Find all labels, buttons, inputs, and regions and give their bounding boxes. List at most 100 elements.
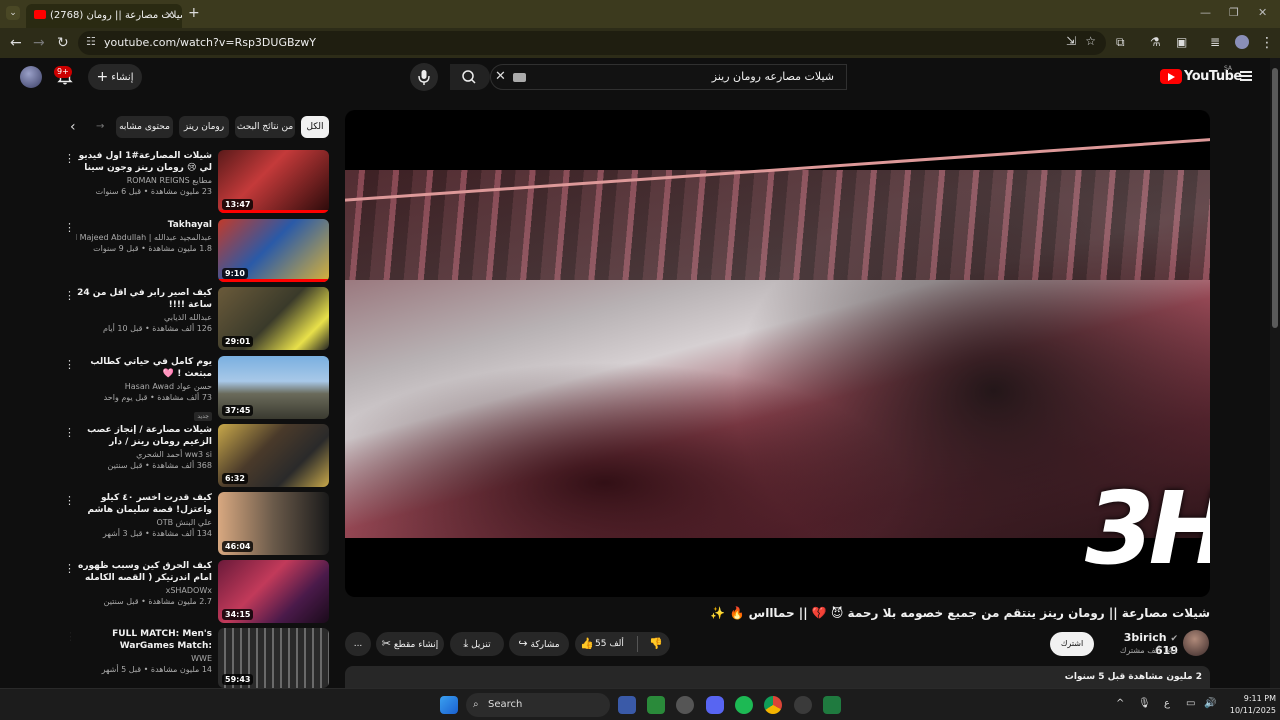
spotify-icon[interactable] [735,696,753,714]
system-clock[interactable]: 9:11 PM 10/11/2025 [1222,693,1276,717]
related-video-8[interactable]: 59:43 ⋮ FULL MATCH: Men's WarGames Match… [70,628,330,688]
video-thumbnail[interactable]: 29:01 [218,287,329,350]
new-tab-button[interactable]: + [188,5,200,21]
video-thumbnail[interactable]: 13:47 [218,150,329,213]
discord-icon[interactable] [706,696,724,714]
subscribe-button[interactable]: اشترك [1050,632,1094,656]
guide-menu-icon[interactable] [1240,71,1252,81]
create-label: إنشاء [111,72,134,83]
logo-text: YouTube [1184,69,1242,84]
volume-icon[interactable]: 🔊 [1204,698,1216,709]
page-scrollbar[interactable] [1270,58,1280,688]
account-avatar[interactable] [20,66,42,88]
related-video-5[interactable]: 6:32 ⋮ شيلات مصارعة / إنجاز عصب الزعيم ر… [64,424,330,490]
video-thumbnail[interactable]: 6:32 [218,424,329,487]
more-options-icon[interactable]: ⋮ [64,562,75,576]
install-app-icon[interactable]: ⇲ [1066,34,1076,48]
browser-menu-icon[interactable]: ⋮ [1260,35,1274,51]
restore-icon[interactable]: ❐ [1229,6,1239,19]
more-options-icon[interactable]: ⋮ [70,630,75,644]
search-button[interactable] [450,64,490,90]
more-actions-button[interactable]: ... [345,632,371,656]
create-button[interactable]: + إنشاء [88,64,142,90]
more-options-icon[interactable]: ⋮ [64,289,75,303]
chevron-left-icon[interactable]: ‹ [70,119,76,135]
clear-search-icon[interactable]: ✕ [495,69,506,84]
share-button[interactable]: ↪ مشاركة [509,632,569,656]
youtube-logo[interactable]: YouTube SA [1160,65,1242,86]
scrollbar-thumb[interactable] [1272,68,1278,328]
tray-chevron-icon[interactable]: ^ [1116,698,1124,709]
browser-tab[interactable]: (2768) شيلات مصارعة || رومان ✕ [26,4,182,28]
start-windows-icon[interactable] [440,696,458,714]
description-box[interactable]: 2 مليون مشاهدة قبل 5 سنوات [345,666,1210,690]
chrome-icon[interactable] [764,696,782,714]
video-thumbnail[interactable]: 34:15 [218,560,329,623]
taskbar-search[interactable]: ⌕ Search [466,693,610,717]
tab-search-icon[interactable]: ⌄ [6,6,20,20]
channel-name: WWE [191,654,212,663]
split-view-icon[interactable]: ▣ [1176,35,1187,49]
related-video-1[interactable]: 13:47 ⋮ شيلات المصارعة#1 اول فيديو لي 😢 … [64,150,330,216]
forward-icon[interactable]: → [33,35,45,51]
plus-icon: + [96,69,109,85]
related-video-2[interactable]: 9:10 ⋮ Takhayal عبدالمجيد عبدالله | Abdu… [64,219,330,285]
more-options-icon[interactable]: ⋮ [64,426,75,440]
chip-roman-reigns[interactable]: رومان رينز [179,116,229,138]
input-language[interactable]: ع [1164,698,1170,709]
search-input[interactable]: ✕ شيلات مصارعه رومان رينز [490,64,847,90]
search-icon [462,70,476,84]
video-player[interactable]: 3H [345,110,1210,597]
app-icon-1[interactable] [618,696,636,714]
minecraft-icon[interactable] [647,696,665,714]
reading-list-icon[interactable]: ≣ [1210,35,1220,49]
video-thumbnail[interactable]: 59:43 [218,628,329,688]
voice-search-button[interactable] [410,63,438,91]
profile-avatar[interactable] [1235,35,1249,49]
video-thumbnail[interactable]: 37:45 [218,356,329,419]
chip-from-search[interactable]: من نتائج البحث [235,116,295,138]
minimize-icon[interactable]: — [1200,6,1211,19]
like-count: 55 ألف [595,639,624,649]
site-info-icon[interactable]: ☷ [86,35,96,48]
video-thumbnail[interactable]: 9:10 [218,219,329,282]
excel-icon[interactable] [823,696,841,714]
close-tab-icon[interactable]: ✕ [165,9,174,22]
more-options-icon[interactable]: ⋮ [64,221,75,235]
dislike-button[interactable]: 👎 [641,632,669,656]
back-icon[interactable]: ← [10,35,22,51]
like-dislike-group: 👍 55 ألف 👎 [575,632,670,656]
video-title: كيف الحرق كين وسبب ظهوره امام اندرتيكر (… [78,561,212,583]
browser-tab-bar: ⌄ (2768) شيلات مصارعة || رومان ✕ + — ❐ ✕ [0,0,1280,28]
network-icon[interactable]: ▭ [1186,698,1195,709]
address-bar[interactable]: ☷ youtube.com/watch?v=Rsp3DUGBzwY ⇲ ☆ [78,31,1106,55]
app-icon-7[interactable] [794,696,812,714]
chip-all[interactable]: الكل [301,116,329,138]
clip-button[interactable]: ✂ إنشاء مقطع [376,632,444,656]
app-icon-3[interactable] [676,696,694,714]
subscriber-count: 141 ألف مشترك [1119,646,1178,655]
video-thumbnail[interactable]: 46:04 [218,492,329,555]
more-options-icon[interactable]: ⋮ [64,494,75,508]
related-video-7[interactable]: 34:15 ⋮ كيف الحرق كين وسبب ظهوره امام ان… [64,560,330,626]
related-video-4[interactable]: 37:45 ⋮ يوم كامل في حياتي كطالب مبتعث ! … [64,356,330,422]
search-query-text: شيلات مصارعه رومان رينز [711,70,834,83]
reload-icon[interactable]: ↻ [57,35,69,51]
related-video-6[interactable]: 46:04 ⋮ كيف قدرت اخسر ٤٠ كيلو واعتزل! قص… [64,492,330,558]
chip-related[interactable]: محتوى مشابه [116,116,173,138]
keyboard-icon[interactable] [513,73,526,82]
related-video-3[interactable]: 29:01 ⋮ كيف اصير رابر في اقل من 24 ساعة … [64,287,330,353]
close-window-icon[interactable]: ✕ [1258,6,1267,19]
bookmark-star-icon[interactable]: ☆ [1085,34,1096,48]
channel-avatar[interactable] [1183,630,1209,656]
more-options-icon[interactable]: ⋮ [64,358,75,372]
extensions-icon[interactable]: ⧉ [1116,35,1125,50]
more-options-icon[interactable]: ⋮ [64,152,75,166]
download-button[interactable]: ⤓ تنزيل [450,632,504,656]
clip-label: إنشاء مقطع [393,640,439,650]
lab-icon[interactable]: ⚗ [1150,35,1161,49]
video-title: شيلات المصارعة#1 اول فيديو لي 😢 رومان ري… [78,151,212,173]
like-button[interactable]: 👍 55 ألف [575,632,635,656]
duration-badge: 9:10 [222,268,248,279]
tray-mic-icon[interactable]: 🎙 [1138,698,1151,709]
